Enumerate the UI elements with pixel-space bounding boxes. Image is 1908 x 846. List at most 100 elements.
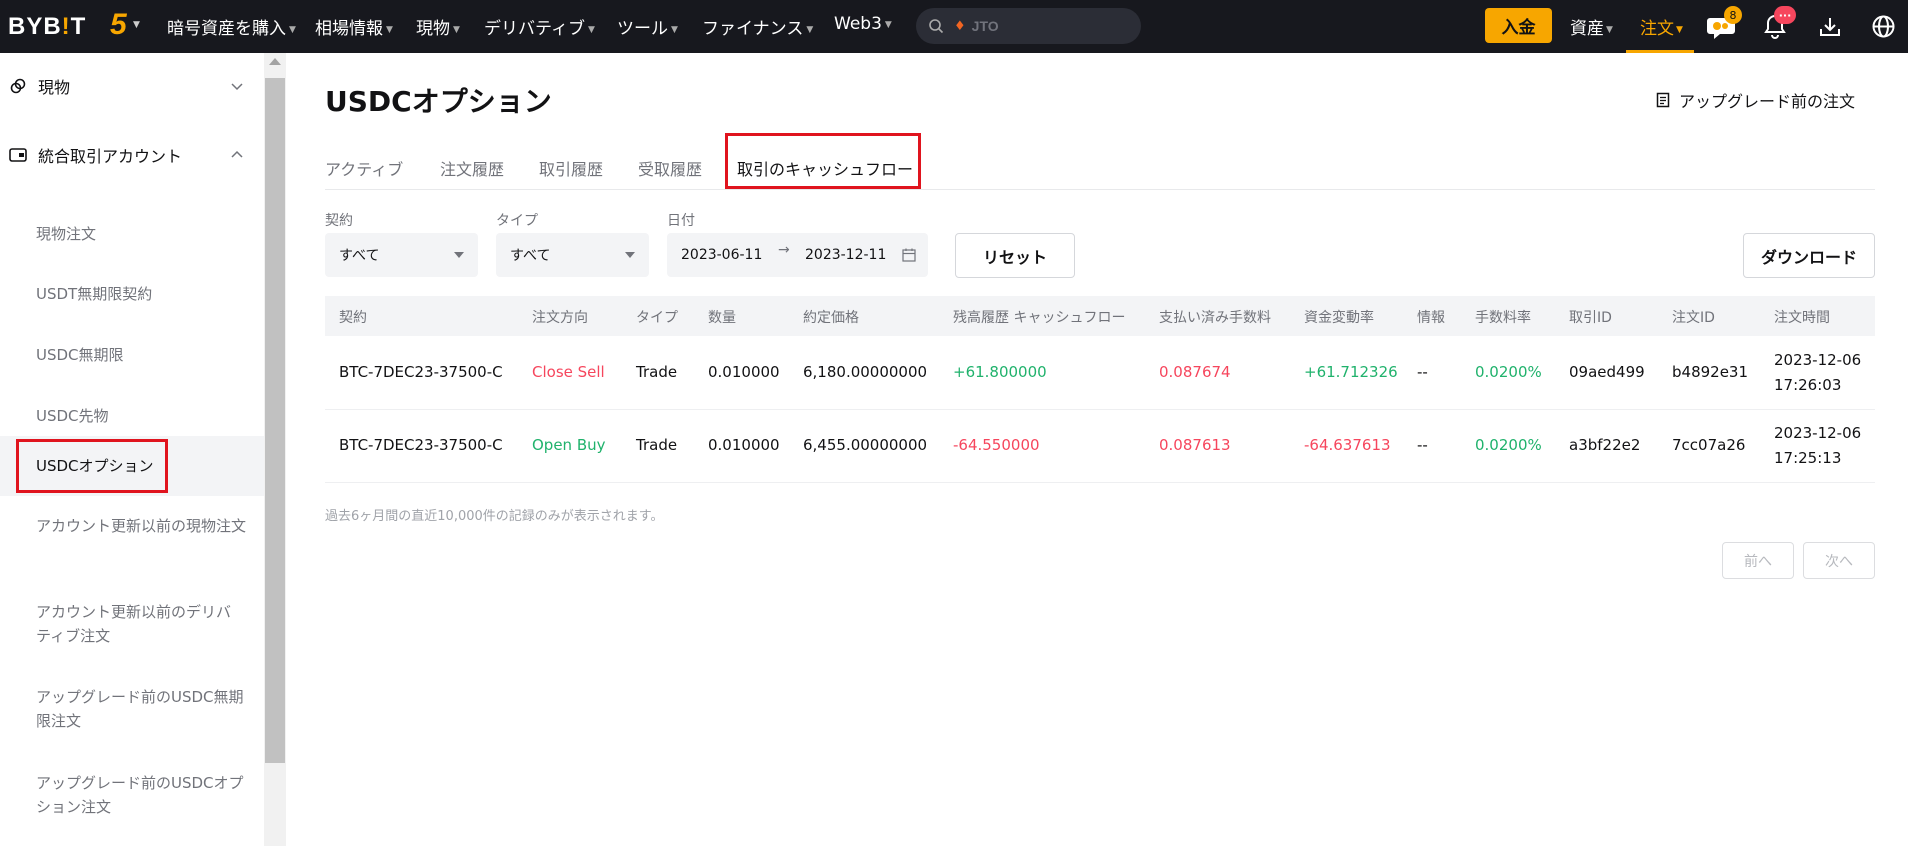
cell-price: 6,180.00000000 (803, 363, 928, 381)
tab-active[interactable]: アクティブ (325, 156, 403, 180)
nav-web3[interactable]: Web3 ▼ (834, 14, 892, 34)
nav-spot[interactable]: 現物 ▼ (416, 14, 460, 39)
cell-qty: 0.010000 (708, 363, 780, 381)
cell-order-time: 17:25:13 (1774, 449, 1842, 467)
reset-button[interactable]: リセット (955, 233, 1075, 278)
caret-down-icon: ▼ (884, 20, 892, 30)
nav-assets[interactable]: 資産 ▼ (1570, 14, 1613, 39)
row-divider (325, 409, 1875, 410)
contract-select[interactable]: すべて (325, 233, 478, 277)
nav-label: 相場情報 (315, 19, 383, 39)
sidebar-item-usdc-perpetual[interactable]: USDC無期限 (0, 330, 264, 380)
sidebar-item-legacy-spot[interactable]: アカウント更新以前の現物注文 (0, 514, 264, 538)
sidebar-item-label: アップグレード前のUSDC無期限注文 (36, 688, 244, 730)
notification-badge: ··· (1774, 6, 1796, 24)
cell-info: -- (1417, 363, 1428, 381)
bybit-logo[interactable]: BYB!T (8, 13, 86, 41)
sidebar-item-usdt-perpetual[interactable]: USDT無期限契約 (0, 269, 264, 319)
row-divider (325, 482, 1875, 483)
col-side: 注文方向 (532, 310, 588, 326)
col-fee: 支払い済み手数料 (1159, 310, 1271, 326)
nav-label: 暗号資産を購入 (167, 19, 286, 39)
caret-down-icon: ▼ (386, 25, 393, 35)
logo-tail: T (70, 13, 87, 40)
type-filter-label: タイプ (496, 213, 538, 229)
col-order-time: 注文時間 (1774, 310, 1830, 326)
caret-down-icon: ▼ (1606, 25, 1613, 35)
date-filter-label: 日付 (667, 213, 695, 229)
download-icon[interactable] (1818, 15, 1842, 43)
sidebar-group-unified[interactable]: 統合取引アカウント (0, 127, 264, 183)
nav-label: 注文 (1640, 19, 1674, 39)
col-trade-id: 取引ID (1569, 310, 1612, 326)
nav-tools[interactable]: ツール ▼ (617, 14, 678, 39)
calendar-icon (902, 248, 916, 262)
date-range-picker[interactable]: 2023-06-11 2023-12-11 (667, 233, 928, 277)
scroll-up-arrow-icon[interactable] (269, 58, 281, 65)
cell-fee: 0.087674 (1159, 363, 1231, 381)
sidebar-group-label: 現物 (38, 78, 71, 97)
search-input[interactable]: ♦ JTO (916, 8, 1141, 44)
cell-cashflow: +61.800000 (953, 363, 1047, 381)
cell-info: -- (1417, 436, 1428, 454)
sidebar-item-usdc-futures[interactable]: USDC先物 (0, 391, 264, 441)
globe-icon[interactable] (1871, 14, 1896, 43)
search-placeholder: JTO (971, 18, 999, 34)
prev-page-button[interactable]: 前へ (1722, 542, 1794, 579)
cell-trade-id: 09aed499 (1569, 363, 1645, 381)
dropdown-arrow-icon (454, 252, 464, 258)
cell-order-time: 17:26:03 (1774, 376, 1842, 394)
tab-order-history[interactable]: 注文履歴 (440, 156, 504, 180)
nav-orders[interactable]: 注文 ▼ (1640, 14, 1683, 39)
wallet-icon (9, 148, 27, 162)
select-value: すべて (339, 248, 380, 264)
cell-qty: 0.010000 (708, 436, 780, 454)
sidebar-item-label: 現物注文 (36, 225, 97, 243)
deposit-button[interactable]: 入金 (1485, 8, 1552, 43)
nav-buy-crypto[interactable]: 暗号資産を購入 ▼ (167, 14, 296, 39)
search-icon (929, 19, 944, 34)
dropdown-arrow-icon (625, 252, 635, 258)
caret-down-icon: ▼ (453, 25, 460, 35)
type-select[interactable]: すべて (496, 233, 649, 277)
tab-receipt-history[interactable]: 受取履歴 (638, 156, 702, 180)
sidebar-item-spot-orders[interactable]: 現物注文 (0, 209, 264, 259)
tab-trade-history[interactable]: 取引履歴 (539, 156, 603, 180)
sidebar-item-legacy-usdc-options[interactable]: アップグレード前のUSDCオプション注文 (0, 771, 264, 819)
upgrade-orders-link[interactable]: アップグレード前の注文 (1656, 88, 1855, 112)
col-type: タイプ (636, 310, 678, 326)
nav-label: 資産 (1570, 19, 1604, 39)
sidebar-item-legacy-usdc-perpetual[interactable]: アップグレード前のUSDC無期限注文 (0, 685, 264, 733)
sidebar-item-label: アップグレード前のUSDCオプション注文 (36, 774, 244, 816)
logo-text: BYB (8, 13, 62, 40)
scrollbar-thumb[interactable] (265, 78, 285, 763)
caret-down-icon: ▼ (806, 25, 814, 35)
cell-side: Close Sell (532, 363, 605, 381)
sidebar-item-legacy-derivatives[interactable]: アカウント更新以前のデリバティブ注文 (0, 600, 264, 648)
col-fee-rate: 手数料率 (1475, 310, 1531, 326)
cell-order-date: 2023-12-06 (1774, 424, 1862, 442)
page-title: USDCオプション (325, 85, 552, 118)
logo-bang: ! (61, 13, 71, 40)
anniversary-5-icon[interactable]: 5 (110, 10, 127, 40)
nav-markets[interactable]: 相場情報 ▼ (315, 14, 393, 39)
tabs-divider (325, 189, 1875, 190)
sidebar-item-label: アカウント更新以前の現物注文 (36, 517, 247, 535)
caret-down-icon: ▼ (1676, 25, 1683, 35)
chevron-up-icon (231, 150, 243, 158)
highlight-box (725, 133, 921, 189)
nav-derivatives[interactable]: デリバティブ ▼ (484, 14, 595, 39)
document-icon (1656, 92, 1670, 108)
sidebar-group-spot[interactable]: 現物 (0, 58, 264, 114)
nav-finance[interactable]: ファイナンス ▼ (702, 14, 813, 39)
cell-order-id: b4892e31 (1672, 363, 1749, 381)
cell-side: Open Buy (532, 436, 606, 454)
cell-fee: 0.087613 (1159, 436, 1231, 454)
download-button[interactable]: ダウンロード (1743, 233, 1875, 278)
col-change: 資金変動率 (1304, 310, 1374, 326)
date-to[interactable]: 2023-12-11 (805, 247, 886, 263)
next-page-button[interactable]: 次へ (1803, 542, 1875, 579)
cell-change: -64.637613 (1304, 436, 1391, 454)
cell-contract: BTC-7DEC23-37500-C (339, 436, 503, 454)
date-from[interactable]: 2023-06-11 (681, 247, 762, 263)
